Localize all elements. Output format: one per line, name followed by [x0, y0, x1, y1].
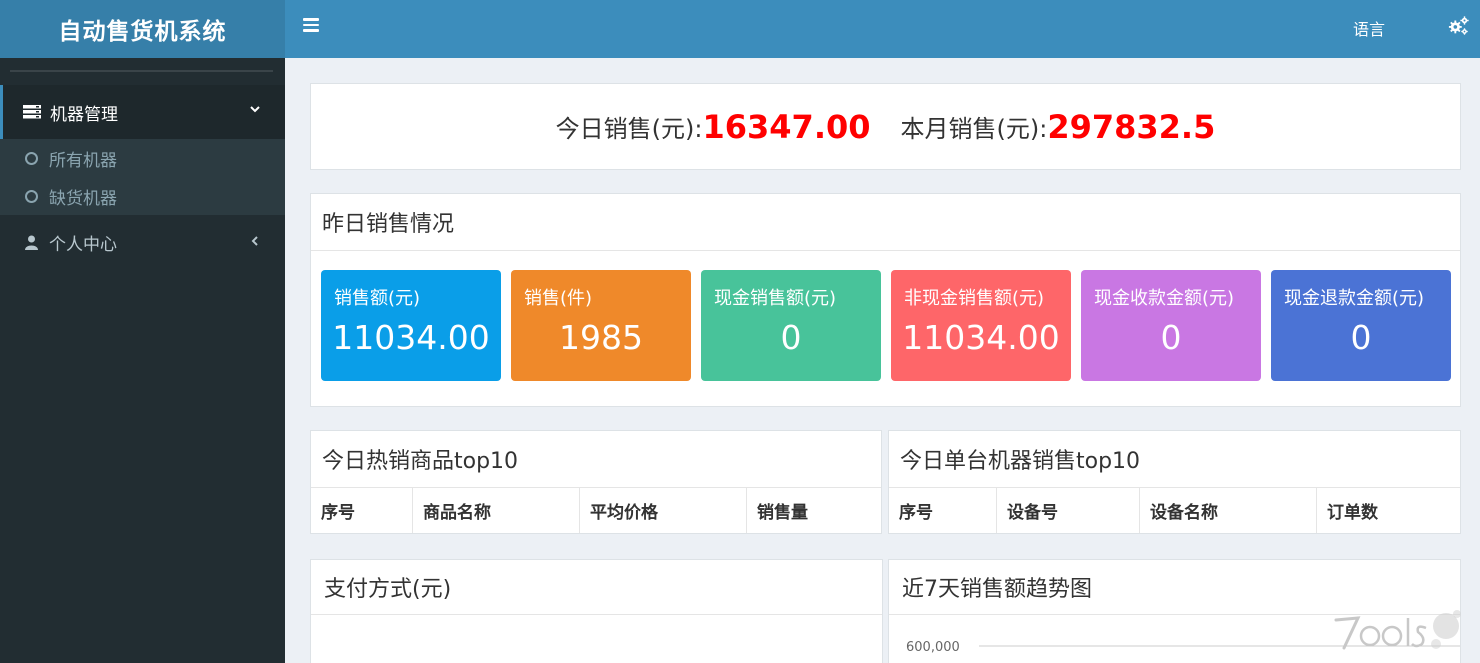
hamburger-icon[interactable]: [303, 18, 319, 32]
stat-card-sales-count: 销售(件) 1985: [511, 270, 691, 381]
chevron-down-icon[interactable]: [249, 103, 261, 115]
sidebar-item-all-machines[interactable]: 所有机器: [0, 139, 285, 177]
stat-card-label: 现金退款金额(元): [1284, 288, 1425, 309]
column-header[interactable]: 销售量: [747, 488, 881, 533]
sidebar-item-out-of-stock[interactable]: 缺货机器: [0, 177, 285, 215]
language-menu[interactable]: 语言: [1353, 16, 1385, 40]
sidebar-item-label: 缺货机器: [49, 188, 117, 209]
column-header[interactable]: 商品名称: [413, 488, 580, 533]
stat-card-cash-sales: 现金销售额(元) 0: [701, 270, 881, 381]
circle-icon: [25, 189, 38, 203]
today-sales-value: 16347.00: [702, 107, 871, 146]
column-header[interactable]: 序号: [889, 488, 997, 533]
sales-totals-box: 今日销售(元): 16347.00 本月销售(元): 297832.5: [310, 83, 1461, 170]
stat-card-noncash-sales: 非现金销售额(元) 11034.00: [891, 270, 1071, 381]
sidebar-menu-label: 机器管理: [50, 104, 118, 125]
y-tick-label: 600,000: [906, 640, 960, 655]
stat-card-cash-refund: 现金退款金额(元) 0: [1271, 270, 1451, 381]
stat-card-label: 销售额(元): [334, 288, 421, 309]
circle-icon: [25, 151, 38, 165]
box-title: 支付方式(元): [311, 560, 882, 615]
tools-watermark-logo: [1334, 610, 1461, 650]
column-header[interactable]: 设备名称: [1140, 488, 1317, 533]
machine-sales-box: 今日单台机器销售top10 序号 设备号 设备名称 订单数: [888, 430, 1461, 534]
box-title: 昨日销售情况: [311, 194, 1460, 251]
sidebar-divider: [10, 70, 273, 72]
box-title: 今日单台机器销售top10: [889, 431, 1460, 488]
table-header: 序号 商品名称 平均价格 销售量: [311, 488, 881, 533]
stat-card-label: 现金销售额(元): [714, 288, 837, 309]
column-header[interactable]: 平均价格: [580, 488, 747, 533]
sidebar-menu-label: 个人中心: [49, 234, 117, 255]
month-sales-value: 297832.5: [1047, 107, 1216, 146]
chevron-left-icon[interactable]: [249, 235, 261, 247]
stat-card-value: 11034.00: [332, 318, 490, 357]
stat-card-label: 现金收款金额(元): [1094, 288, 1235, 309]
stat-card-label: 销售(件): [524, 288, 593, 309]
yesterday-sales-box: 昨日销售情况 销售额(元) 11034.00 销售(件) 1985 现金销售额(…: [310, 193, 1461, 407]
table-header: 序号 设备号 设备名称 订单数: [889, 488, 1460, 533]
payment-methods-box: 支付方式(元): [310, 559, 883, 663]
sidebar: 机器管理 所有机器 缺货机器 个人中心: [0, 58, 285, 663]
sidebar-menu-machine-management[interactable]: 机器管理: [0, 85, 285, 139]
column-header[interactable]: 序号: [311, 488, 413, 533]
app-logo-title[interactable]: 自动售货机系统: [0, 0, 285, 58]
hot-products-box: 今日热销商品top10 序号 商品名称 平均价格 销售量: [310, 430, 882, 534]
gears-icon[interactable]: [1448, 15, 1470, 37]
month-sales-label: 本月销售(元):: [900, 115, 1048, 143]
column-header[interactable]: 设备号: [997, 488, 1140, 533]
stat-card-sales-amount: 销售额(元) 11034.00: [321, 270, 501, 381]
column-header[interactable]: 订单数: [1317, 488, 1460, 533]
stat-card-value: 1985: [559, 318, 643, 357]
sidebar-menu-profile[interactable]: 个人中心: [0, 215, 285, 269]
server-icon: [23, 105, 41, 119]
sidebar-submenu: 所有机器 缺货机器: [0, 139, 285, 215]
sidebar-item-label: 所有机器: [49, 150, 117, 171]
user-icon: [25, 235, 38, 250]
stat-card-value: 0: [1160, 318, 1182, 357]
top-navbar: 语言: [285, 0, 1480, 58]
box-title: 今日热销商品top10: [311, 431, 881, 488]
stat-card-value: 0: [1350, 318, 1372, 357]
stat-card-value: 11034.00: [902, 318, 1060, 357]
today-sales-label: 今日销售(元):: [555, 115, 703, 143]
stat-card-value: 0: [780, 318, 802, 357]
stat-card-cash-received: 现金收款金额(元) 0: [1081, 270, 1261, 381]
stat-card-label: 非现金销售额(元): [904, 288, 1045, 309]
stat-cards: 销售额(元) 11034.00 销售(件) 1985 现金销售额(元) 0 非现…: [321, 270, 1451, 381]
